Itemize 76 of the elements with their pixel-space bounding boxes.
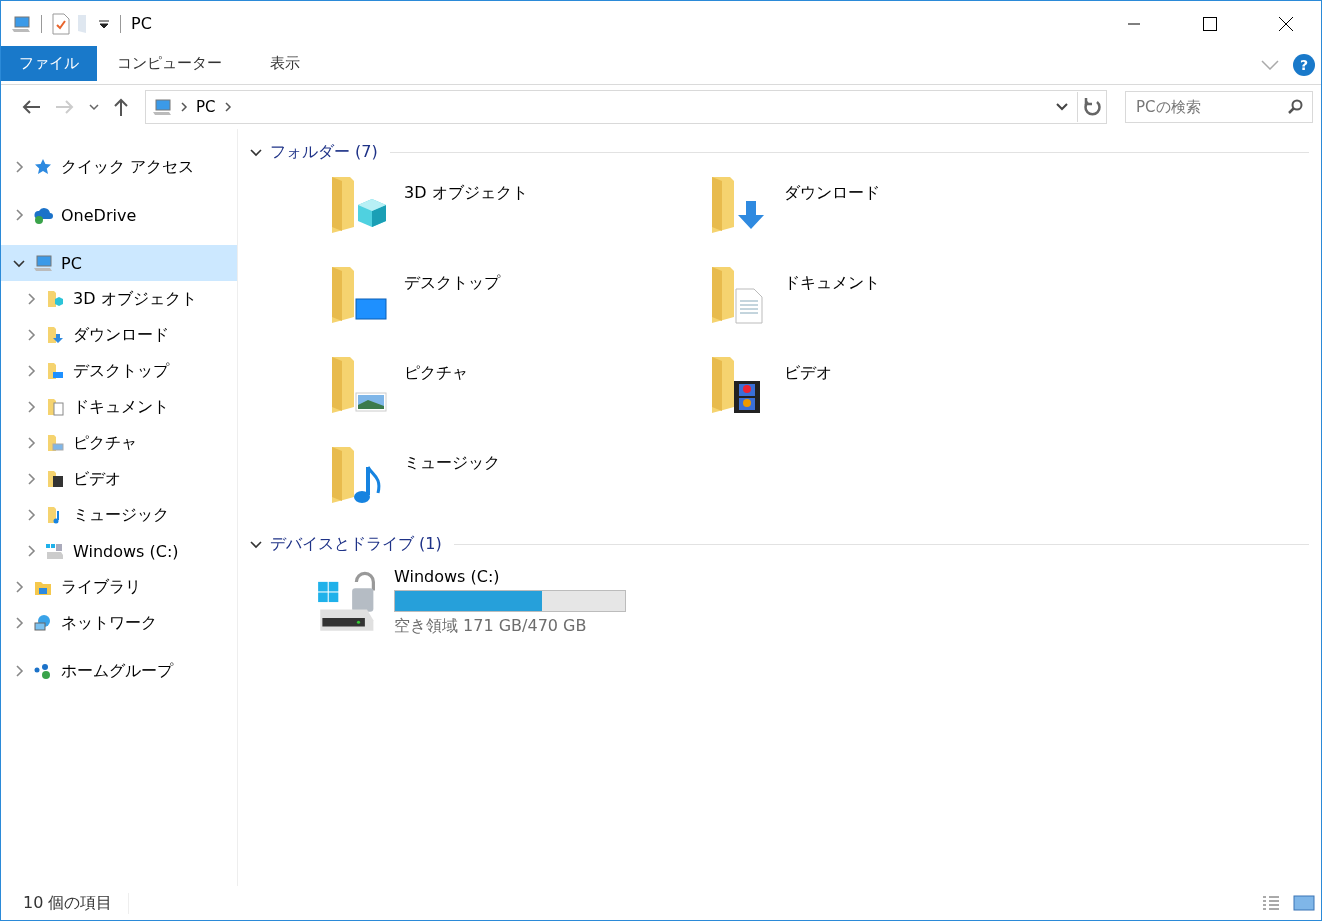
- properties-icon[interactable]: [52, 12, 70, 35]
- breadcrumb[interactable]: PC: [196, 98, 216, 116]
- chevron-down-icon[interactable]: [1055, 102, 1069, 112]
- folder-icon: [45, 433, 65, 453]
- chevron-right-icon[interactable]: [25, 545, 37, 557]
- help-button[interactable]: ?: [1293, 54, 1315, 76]
- breadcrumb-chevron-icon[interactable]: [180, 102, 188, 112]
- homegroup-icon: [33, 661, 53, 681]
- network-icon: [33, 613, 53, 633]
- group-header[interactable]: デバイスとドライブ (1): [270, 533, 442, 555]
- folder-name[interactable]: ミュージック: [404, 453, 500, 474]
- large-icons-view-icon[interactable]: [1293, 894, 1315, 912]
- nav-item[interactable]: ホームグループ: [1, 653, 237, 689]
- chevron-right-icon[interactable]: [25, 293, 37, 305]
- nav-item[interactable]: ライブラリ: [1, 569, 237, 605]
- folder-name[interactable]: ビデオ: [784, 363, 832, 384]
- nav-item[interactable]: ドキュメント: [1, 389, 237, 425]
- breadcrumb-chevron-icon[interactable]: [223, 102, 232, 112]
- folder-icon: [45, 361, 65, 381]
- chevron-right-icon[interactable]: [13, 665, 25, 677]
- folder-icon: [45, 397, 65, 417]
- nav-item[interactable]: ネットワーク: [1, 605, 237, 641]
- folder-icon: [45, 289, 65, 309]
- drive-icon: [45, 541, 65, 561]
- folder-name[interactable]: デスクトップ: [404, 273, 500, 294]
- group-header[interactable]: フォルダー (7): [270, 141, 378, 163]
- folder-icon: [45, 325, 65, 345]
- chevron-right-icon[interactable]: [13, 161, 25, 173]
- folder-name[interactable]: ドキュメント: [784, 273, 880, 294]
- chevron-right-icon[interactable]: [13, 581, 25, 593]
- computer-icon: [11, 13, 31, 34]
- nav-item[interactable]: ダウンロード: [1, 317, 237, 353]
- nav-item[interactable]: クイック アクセス: [1, 149, 237, 185]
- nav-item[interactable]: ピクチャ: [1, 425, 237, 461]
- window-title: PC: [131, 14, 153, 33]
- file-tab[interactable]: ファイル: [1, 46, 97, 81]
- chevron-down-icon[interactable]: [13, 257, 25, 269]
- chevron-right-icon[interactable]: [25, 401, 37, 413]
- star-icon: [33, 157, 53, 177]
- folder-name[interactable]: 3D オブジェクト: [404, 183, 528, 204]
- free-space-text: 空き領域 171 GB/470 GB: [394, 616, 588, 637]
- computer-icon: [152, 97, 172, 117]
- nav-item[interactable]: OneDrive: [1, 197, 237, 233]
- chevron-right-icon[interactable]: [25, 329, 37, 341]
- folder-name[interactable]: ダウンロード: [784, 183, 880, 204]
- chevron-right-icon[interactable]: [13, 617, 25, 629]
- computer-icon: [33, 253, 53, 273]
- search-field[interactable]: PCの検索: [1125, 91, 1313, 123]
- nav-item[interactable]: Windows (C:): [1, 533, 237, 569]
- chevron-right-icon[interactable]: [25, 509, 37, 521]
- ribbon-tab[interactable]: 表示: [252, 46, 318, 81]
- chevron-right-icon[interactable]: [13, 209, 25, 221]
- ribbon-tab[interactable]: コンピューター: [99, 46, 240, 81]
- details-view-icon[interactable]: [1261, 894, 1281, 912]
- chevron-right-icon[interactable]: [25, 437, 37, 449]
- drive-name[interactable]: Windows (C:): [394, 567, 626, 586]
- nav-item[interactable]: 3D オブジェクト: [1, 281, 237, 317]
- dropdown-icon[interactable]: [98, 17, 110, 30]
- folder-icon: [45, 469, 65, 489]
- search-icon[interactable]: [1287, 99, 1303, 115]
- maximize-icon[interactable]: [1202, 15, 1218, 32]
- expand-ribbon-icon[interactable]: [1261, 60, 1279, 70]
- nav-item[interactable]: PC: [1, 245, 237, 281]
- close-icon[interactable]: [1278, 15, 1294, 32]
- address-bar[interactable]: PC: [145, 90, 1107, 124]
- chevron-right-icon[interactable]: [25, 473, 37, 485]
- chevron-down-icon[interactable]: [250, 538, 262, 550]
- chevron-right-icon[interactable]: [25, 365, 37, 377]
- nav-item[interactable]: ビデオ: [1, 461, 237, 497]
- caret-icon[interactable]: [89, 103, 99, 111]
- folder-name[interactable]: ピクチャ: [404, 363, 468, 384]
- nav-item[interactable]: デスクトップ: [1, 353, 237, 389]
- chevron-down-icon[interactable]: [250, 146, 262, 158]
- cloud-icon: [33, 205, 53, 225]
- item-count: 10 個の項目: [23, 892, 130, 914]
- nav-item[interactable]: ミュージック: [1, 497, 237, 533]
